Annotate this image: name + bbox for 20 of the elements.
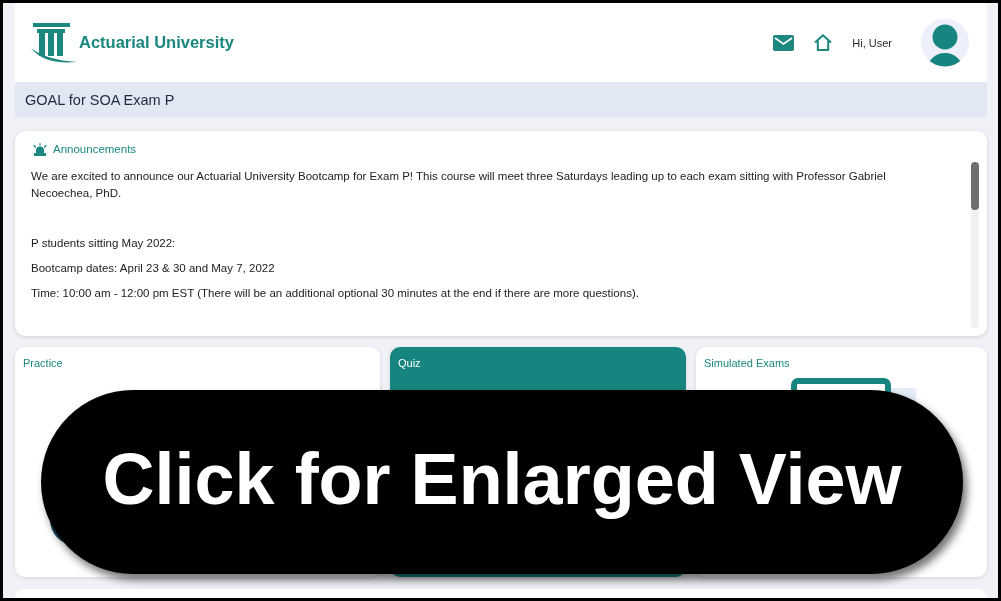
enlarge-view-button[interactable]: Click for Enlarged View bbox=[41, 390, 963, 574]
scrollbar[interactable] bbox=[971, 162, 979, 328]
mail-icon[interactable] bbox=[773, 34, 795, 51]
announcements-title: Announcements bbox=[53, 143, 137, 155]
siren-icon bbox=[33, 142, 47, 156]
announcement-text: Time: 10:00 am - 12:00 pm EST (There will be an additional optional 30 minutes at the end if there are more questions). bbox=[31, 286, 639, 301]
announcement-text: We are excited to announce our Actuarial University Bootcamp for Exam P! This course will meet three Saturdays leading up to each exam sitting with Professor Gabriel Necoechea, PhD. bbox=[31, 169, 887, 201]
announcement-text: Bootcamp dates: April 23 & 30 and May 7, 2022 bbox=[31, 261, 275, 276]
module-card-header[interactable]: Practice bbox=[15, 347, 380, 378]
card-title: Simulated Exams bbox=[704, 357, 790, 370]
module-card-header[interactable]: Simulated Exams bbox=[696, 347, 987, 378]
user-greeting: Hi, User bbox=[852, 36, 892, 49]
brand-name: Actuarial University bbox=[79, 33, 234, 52]
module-card-header[interactable]: Quiz bbox=[390, 347, 686, 378]
announcement-text: P students sitting May 2022: bbox=[31, 236, 176, 251]
card-title: Practice bbox=[23, 357, 63, 370]
home-icon[interactable] bbox=[814, 34, 833, 51]
goal-title: GOAL for SOA Exam P bbox=[25, 91, 175, 108]
avatar-icon[interactable] bbox=[921, 18, 969, 67]
card-title: Quiz bbox=[398, 357, 421, 370]
